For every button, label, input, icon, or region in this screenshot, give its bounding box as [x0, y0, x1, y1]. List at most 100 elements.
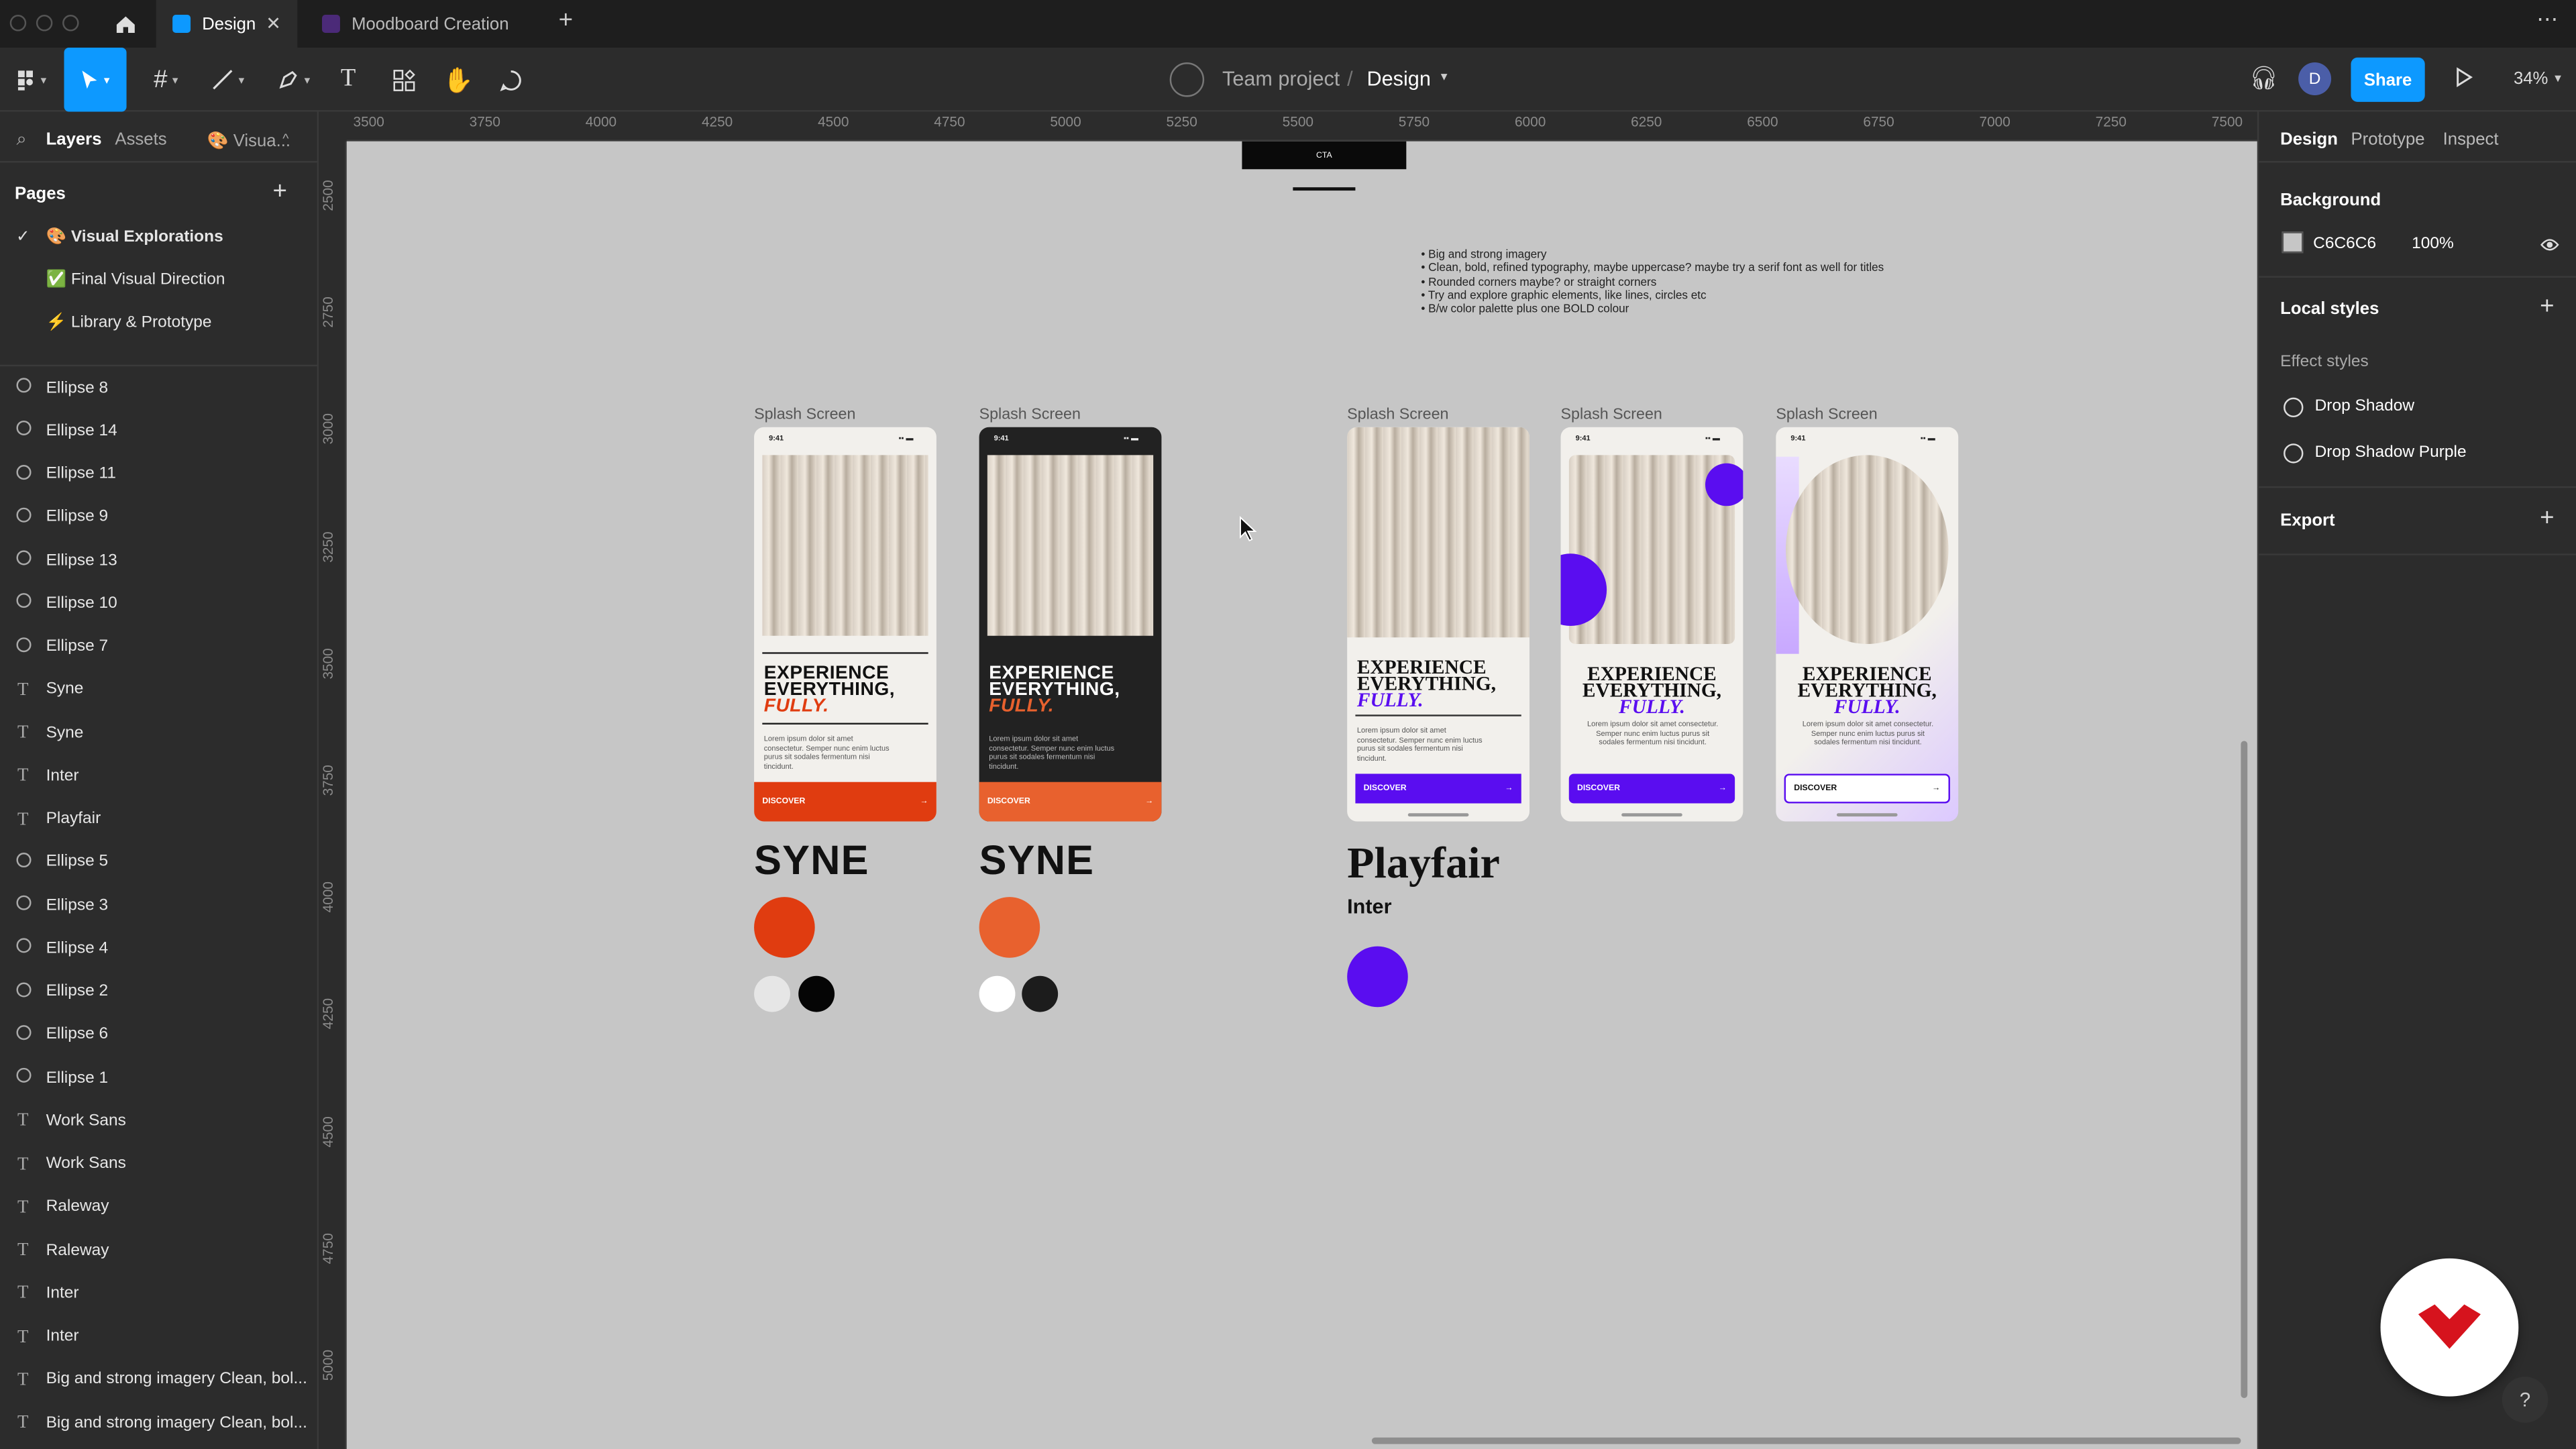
frame-label[interactable]: Splash Screen [979, 406, 1081, 424]
layer-item[interactable]: Ellipse 1 [0, 1057, 319, 1099]
font-sample-syne[interactable]: SYNE [754, 838, 869, 885]
window-minimize-dot[interactable] [36, 15, 53, 32]
avatar[interactable]: D [2298, 62, 2332, 96]
cta-frame[interactable]: CTA [1242, 141, 1407, 170]
search-icon[interactable]: ⌕ [16, 129, 26, 151]
color-swatch-orange[interactable] [754, 897, 815, 958]
frame-label[interactable]: Splash Screen [754, 406, 855, 424]
tab-moodboard[interactable]: Moodboard Creation [306, 0, 544, 48]
zoom-chevron-icon[interactable]: ▾ [2555, 70, 2561, 85]
splash-screen-frame-2[interactable]: 9:41 ▪▪ ▬ EXPERIENCE EVERYTHING, FULLY. L… [979, 427, 1162, 822]
layer-item[interactable]: T Inter [0, 755, 319, 798]
pen-tool-button[interactable]: ▾ [270, 58, 319, 102]
layer-item[interactable]: Ellipse 14 [0, 409, 319, 452]
hand-tool-button[interactable]: ✋ [440, 58, 476, 102]
vertical-scrollbar[interactable] [2241, 741, 2248, 1399]
frame-tool-button[interactable]: # ▾ [142, 58, 191, 102]
layer-item[interactable]: T Playfair [0, 798, 319, 841]
layer-item[interactable]: Ellipse 5 [0, 841, 319, 883]
layer-item[interactable]: Ellipse 4 [0, 927, 319, 970]
color-swatch-purple[interactable] [1347, 946, 1408, 1008]
project-name[interactable]: Team project [1222, 67, 1340, 90]
discover-button[interactable]: DISCOVER → [979, 782, 1162, 822]
file-menu-chevron-icon[interactable]: ▾ [1441, 69, 1448, 84]
splash-screen-frame-3[interactable]: EXPERIENCE EVERYTHING, FULLY. Lorem ipsum… [1347, 427, 1530, 822]
color-swatch-white[interactable] [979, 975, 1016, 1012]
layer-item[interactable]: Ellipse 13 [0, 539, 319, 582]
tab-design[interactable]: Design [2280, 129, 2338, 149]
resources-button[interactable] [386, 58, 423, 102]
shape-tool-button[interactable]: ▾ [204, 58, 253, 102]
window-close-dot[interactable] [9, 15, 27, 32]
splash-screen-frame-1[interactable]: 9:41 ▪▪ ▬ EXPERIENCE EVERYTHING, FULLY. L… [754, 427, 936, 822]
comment-tool-button[interactable] [493, 58, 529, 102]
layer-item[interactable]: T Syne [0, 668, 319, 711]
layer-item[interactable]: T Work Sans [0, 1142, 319, 1185]
discover-button[interactable]: DISCOVER → [1568, 773, 1735, 804]
page-item[interactable]: ✅ Final Visual Direction [0, 258, 319, 301]
layer-item[interactable]: Ellipse 7 [0, 625, 319, 668]
main-menu-button[interactable]: ▾ [7, 58, 56, 102]
splash-screen-frame-5[interactable]: 9:41 ▪▪ ▬ EXPERIENCE EVERYTHING, FULLY. L… [1776, 427, 1959, 822]
notes-list[interactable]: • Big and strong imagery • Clean, bold, … [1421, 250, 1884, 318]
share-button[interactable]: Share [2351, 57, 2425, 102]
color-swatch-light[interactable] [754, 975, 790, 1012]
layer-item[interactable]: T Syne [0, 711, 319, 754]
discover-button[interactable]: DISCOVER → [1784, 773, 1950, 804]
effect-style-item[interactable]: Drop Shadow Purple [2315, 443, 2467, 462]
font-sample-inter[interactable]: Inter [1347, 896, 1391, 918]
window-maximize-dot[interactable] [62, 15, 79, 32]
horizontal-scrollbar[interactable] [1371, 1437, 2241, 1444]
visibility-eye-icon[interactable] [2540, 231, 2559, 261]
layer-item[interactable]: T Raleway [0, 1186, 319, 1229]
layer-item[interactable]: T Raleway [0, 1229, 319, 1272]
assets-tab[interactable]: Assets [115, 129, 166, 149]
add-page-icon[interactable]: + [273, 177, 287, 205]
layer-item[interactable]: T Big and strong imagery Clean, bol... [0, 1358, 319, 1401]
new-tab-icon[interactable]: + [559, 7, 573, 35]
more-icon[interactable]: ⋯ [2536, 7, 2558, 33]
discover-button[interactable]: DISCOVER → [1355, 773, 1521, 804]
tab-design[interactable]: Design ✕ [156, 0, 298, 48]
background-opacity-input[interactable]: 100% [2412, 235, 2454, 253]
font-sample-playfair[interactable]: Playfair [1347, 838, 1500, 889]
zoom-level[interactable]: 34% [2514, 69, 2548, 89]
tab-prototype[interactable]: Prototype [2351, 129, 2424, 149]
layers-tab[interactable]: Layers [46, 129, 102, 149]
add-style-icon[interactable]: + [2540, 292, 2554, 321]
layer-item[interactable]: T Big and strong imagery Clean, bol... [0, 1401, 319, 1444]
help-icon[interactable]: ? [2502, 1377, 2548, 1423]
page-item[interactable]: ✓ 🎨 Visual Explorations [0, 215, 319, 258]
layer-item[interactable]: Ellipse 9 [0, 496, 319, 539]
plugin-widget-button[interactable] [2380, 1258, 2519, 1397]
present-button[interactable] [2455, 66, 2474, 97]
layer-item[interactable]: T Work Sans [0, 1099, 319, 1142]
layer-item[interactable]: Ellipse 11 [0, 453, 319, 496]
frame-label[interactable]: Splash Screen [1561, 406, 1662, 424]
frame-label[interactable]: Splash Screen [1347, 406, 1448, 424]
color-swatch-black[interactable] [1022, 975, 1059, 1012]
layer-item[interactable]: T Inter [0, 1315, 319, 1358]
background-color-swatch[interactable] [2282, 231, 2304, 254]
background-hex-input[interactable]: C6C6C6 [2313, 235, 2376, 253]
tab-inspect[interactable]: Inspect [2443, 129, 2499, 149]
layer-item[interactable]: Ellipse 2 [0, 970, 319, 1013]
page-switcher[interactable]: 🎨 Visua... [207, 129, 290, 151]
splash-screen-frame-4[interactable]: 9:41 ▪▪ ▬ EXPERIENCE EVERYTHING, FULLY. L… [1560, 427, 1743, 822]
audio-headphones-icon[interactable]: 🎧︎ [2249, 64, 2279, 93]
layer-item[interactable]: Ellipse 6 [0, 1013, 319, 1056]
canvas[interactable]: CTA • Big and strong imagery • Clean, bo… [346, 141, 2257, 1449]
layer-item[interactable]: Ellipse 3 [0, 884, 319, 927]
add-export-icon[interactable]: + [2540, 504, 2554, 533]
frame-label[interactable]: Splash Screen [1776, 406, 1877, 424]
color-swatch-black[interactable] [798, 975, 835, 1012]
page-item[interactable]: ⚡ Library & Prototype [0, 301, 319, 343]
color-swatch-orange[interactable] [979, 897, 1040, 958]
layer-item[interactable]: Ellipse 8 [0, 366, 319, 409]
file-name[interactable]: Design [1367, 67, 1431, 90]
text-tool-button[interactable]: T [332, 58, 365, 102]
layer-item[interactable]: Ellipse 10 [0, 582, 319, 625]
discover-button[interactable]: DISCOVER → [754, 782, 936, 822]
close-tab-icon[interactable]: ✕ [266, 13, 281, 34]
home-button[interactable] [99, 0, 153, 48]
